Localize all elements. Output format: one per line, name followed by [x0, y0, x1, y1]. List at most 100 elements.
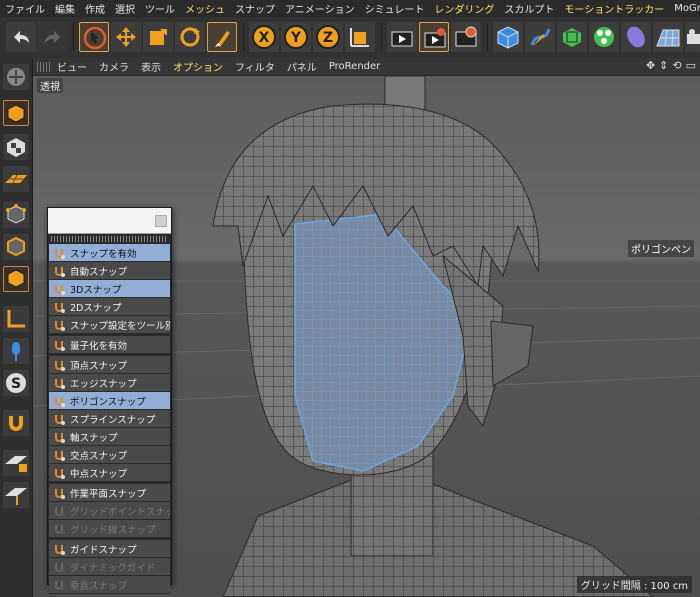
model-mode-icon[interactable] [3, 100, 29, 126]
render-view-icon[interactable] [387, 22, 417, 52]
redo-icon[interactable] [38, 22, 68, 52]
coordinate-system-icon[interactable] [345, 22, 375, 52]
snap-option-label: 作業平面スナップ [70, 488, 147, 500]
svg-text:S: S [11, 376, 21, 392]
select-tool-icon[interactable] [79, 22, 109, 52]
cloner-icon[interactable] [589, 22, 619, 52]
view-name-label[interactable]: 透視 [37, 78, 63, 93]
menu-item[interactable]: ファイル [0, 1, 50, 16]
move-tool-icon[interactable] [111, 22, 141, 52]
edges-mode-icon[interactable] [3, 234, 29, 260]
snap-option-label: 軸スナップ [70, 432, 118, 444]
cube-object-icon[interactable] [493, 22, 523, 52]
menu-item[interactable]: モーショントラッカー [559, 1, 669, 16]
planar-workplane-icon[interactable] [3, 482, 29, 508]
palette-grip-handle[interactable] [51, 236, 168, 242]
rotate-view-icon[interactable]: ⟲ [672, 59, 681, 72]
snap-options-list: スナップを有効自動スナップ 3Dスナップ 2Dスナップスナップ設定をツール別に量子化… [48, 244, 171, 594]
viewport-menu-item[interactable]: オプション [167, 59, 229, 74]
snap-toggle-icon[interactable] [3, 410, 29, 436]
menu-item[interactable]: MoGraph [669, 3, 700, 14]
snap-option[interactable]: 作業平面スナップ [49, 484, 170, 502]
grid-point-snap-icon [52, 504, 66, 518]
perpendicular-snap-icon [52, 578, 66, 592]
grid-line-snap-icon [52, 522, 66, 536]
points-mode-icon[interactable] [3, 202, 29, 228]
viewport-menu-item[interactable]: 表示 [135, 59, 167, 74]
tweak-mode-icon[interactable] [3, 338, 29, 364]
quantize-icon [52, 338, 66, 352]
menu-item[interactable]: スカルプト [499, 1, 559, 16]
x-axis-lock-icon[interactable]: X [249, 22, 279, 52]
subdivision-surface-icon[interactable] [557, 22, 587, 52]
zoom-view-icon[interactable]: ⇕ [659, 59, 668, 72]
snap-option-label: エッジスナップ [70, 378, 137, 390]
snap-option-group: 量子化を有効 [49, 336, 170, 354]
move-view-icon[interactable]: ✥ [646, 59, 655, 72]
menu-item[interactable]: シミュレート [360, 1, 430, 16]
z-axis-lock-icon[interactable]: Z [313, 22, 343, 52]
texture-mode-icon[interactable] [3, 134, 29, 160]
workplane-lock-icon[interactable] [3, 450, 29, 476]
snap-option[interactable]: スナップ設定をツール別に [49, 316, 170, 334]
snap-option[interactable]: 3Dスナップ [49, 280, 170, 298]
snap-option-label: 垂直スナップ [70, 580, 128, 592]
make-editable-icon[interactable] [3, 64, 29, 90]
solo-mode-icon[interactable]: S [3, 370, 29, 396]
auto-snap-icon [52, 264, 66, 278]
render-to-picture-viewer-icon[interactable] [419, 22, 449, 52]
undo-icon[interactable] [6, 22, 36, 52]
main-toolbar: X Y Z [0, 17, 700, 59]
menu-item[interactable]: メッシュ [180, 1, 230, 16]
viewport-menu-item[interactable]: ビュー [51, 59, 93, 74]
menu-item[interactable]: 作成 [80, 1, 110, 16]
palette-title-bar[interactable] [48, 208, 171, 234]
snap-option-group: ガイドスナップ ダイナミックガイド 垂直スナップ [49, 540, 170, 594]
menu-item[interactable]: スナップ [230, 1, 280, 16]
viewport-menu-item[interactable]: カメラ [93, 59, 135, 74]
grid-spacing-label: グリッド間隔 : 100 cm [576, 576, 692, 593]
guide-snap-icon [52, 542, 66, 556]
snap-option[interactable]: スナップを有効 [49, 244, 170, 262]
pen-spline-icon[interactable] [525, 22, 555, 52]
rotate-tool-icon[interactable] [175, 22, 205, 52]
floor-object-icon[interactable] [653, 22, 683, 52]
viewport-menu-item[interactable]: パネル [281, 59, 323, 74]
snap-option[interactable]: 自動スナップ [49, 262, 170, 280]
polygon-pen-tool-label: ポリゴンペン [628, 240, 694, 257]
snap-option[interactable]: ポリゴンスナップ [49, 392, 170, 410]
camera-object-icon[interactable] [685, 22, 700, 52]
toggle-layout-icon[interactable]: ▭ [686, 59, 696, 72]
render-settings-icon[interactable] [451, 22, 481, 52]
snap-option[interactable]: エッジスナップ [49, 374, 170, 392]
workplane-mode-icon[interactable] [3, 166, 29, 192]
menu-item[interactable]: レンダリング [429, 1, 499, 16]
deformer-icon[interactable] [621, 22, 651, 52]
viewport-menu-item[interactable]: フィルタ [229, 59, 281, 74]
snap-option-label: ガイドスナップ [70, 544, 137, 556]
snap-option[interactable]: 2Dスナップ [49, 298, 170, 316]
snap-option[interactable]: 頂点スナップ [49, 356, 170, 374]
menu-item[interactable]: 編集 [50, 1, 80, 16]
uv-mode-icon[interactable] [3, 306, 29, 332]
snap-option[interactable]: 交点スナップ [49, 446, 170, 464]
edge-snap-icon [52, 376, 66, 390]
menu-item[interactable]: 選択 [110, 1, 140, 16]
svg-text:Y: Y [290, 30, 302, 46]
close-icon[interactable] [155, 215, 167, 227]
snap-option[interactable]: ガイドスナップ [49, 540, 170, 558]
snap-option: グリッド線スナップ [49, 520, 170, 538]
intersection-snap-icon [52, 448, 66, 462]
polygons-mode-icon[interactable] [3, 266, 29, 292]
menu-item[interactable]: ツール [140, 1, 180, 16]
snap-option-label: 2Dスナップ [70, 302, 122, 314]
snap-option[interactable]: スプラインスナップ [49, 410, 170, 428]
live-selection-icon[interactable] [207, 22, 237, 52]
snap-option[interactable]: 軸スナップ [49, 428, 170, 446]
y-axis-lock-icon[interactable]: Y [281, 22, 311, 52]
scale-tool-icon[interactable] [143, 22, 173, 52]
snap-option[interactable]: 中点スナップ [49, 464, 170, 482]
snap-option[interactable]: 量子化を有効 [49, 336, 170, 354]
menu-item[interactable]: アニメーション [280, 1, 360, 16]
viewport-menu-item[interactable]: ProRender [323, 61, 386, 72]
